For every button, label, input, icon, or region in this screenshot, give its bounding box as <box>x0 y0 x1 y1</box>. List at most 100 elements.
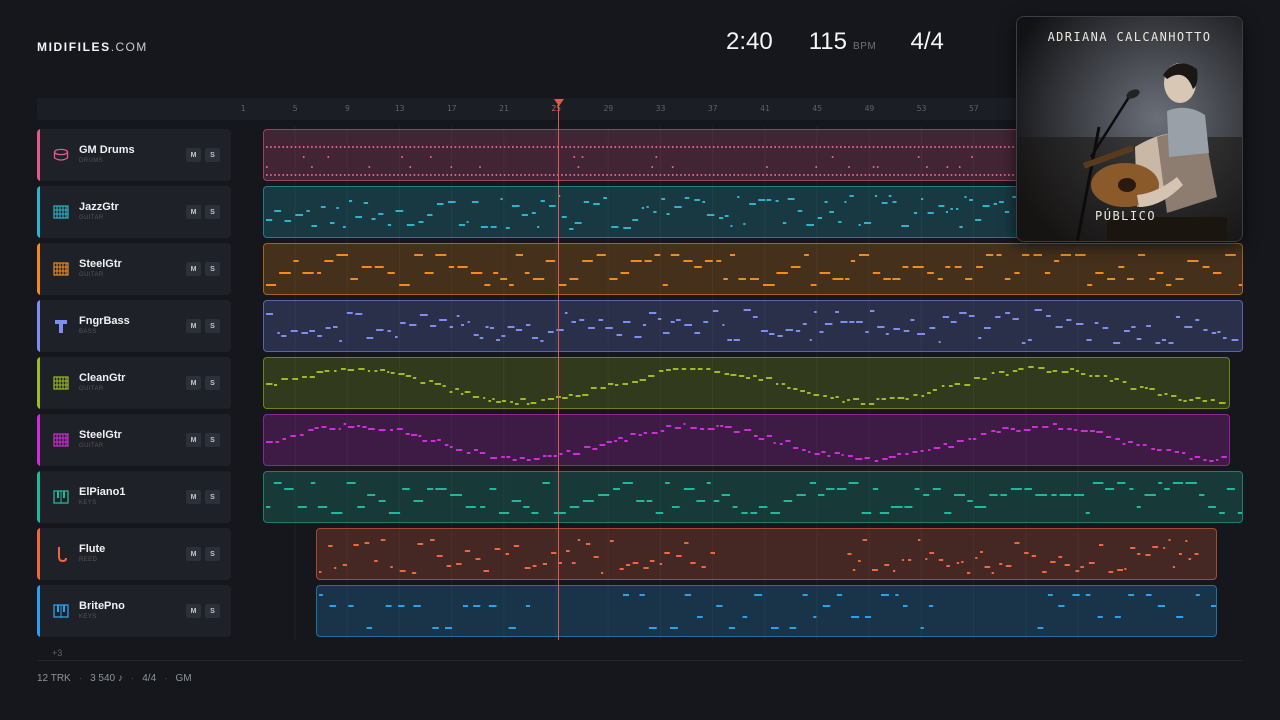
midi-note <box>528 146 530 148</box>
solo-button[interactable]: S <box>205 262 220 276</box>
midi-note <box>1080 566 1084 568</box>
midi-note <box>524 567 531 569</box>
midi-clip[interactable] <box>263 357 1230 409</box>
midi-note <box>847 455 853 457</box>
solo-button[interactable]: S <box>205 604 220 618</box>
midi-note <box>733 174 735 176</box>
midi-clip[interactable] <box>263 243 1243 295</box>
solo-button[interactable]: S <box>205 433 220 447</box>
midi-note <box>471 272 483 274</box>
mute-button[interactable]: M <box>186 205 201 219</box>
solo-button[interactable]: S <box>205 319 220 333</box>
solo-button[interactable]: S <box>205 205 220 219</box>
midi-note <box>922 146 924 148</box>
midi-note <box>409 174 412 176</box>
midi-note <box>730 374 737 376</box>
midi-note <box>844 146 846 148</box>
track-header[interactable]: GM Drums DRUMS M S <box>37 129 231 181</box>
midi-note <box>905 146 908 148</box>
midi-note <box>660 430 665 432</box>
midi-note <box>1044 272 1051 274</box>
mute-button[interactable]: M <box>186 148 201 162</box>
midi-note <box>1072 594 1080 596</box>
track-header[interactable]: JazzGtr GUITAR M S <box>37 186 231 238</box>
midi-note <box>526 403 530 405</box>
mute-button[interactable]: M <box>186 319 201 333</box>
track-header[interactable]: Flute REED M S <box>37 528 231 580</box>
midi-note <box>270 174 272 176</box>
midi-note <box>589 174 592 176</box>
mute-button[interactable]: M <box>186 262 201 276</box>
midi-note <box>577 174 580 176</box>
midi-note <box>505 553 509 555</box>
midi-note <box>716 260 722 262</box>
midi-note <box>684 146 686 148</box>
mute-button[interactable]: M <box>186 376 201 390</box>
solo-button[interactable]: S <box>205 547 220 561</box>
midi-note <box>390 372 395 374</box>
midi-note <box>401 156 403 158</box>
midi-note <box>928 605 934 607</box>
mute-button[interactable]: M <box>186 433 201 447</box>
midi-note <box>573 174 576 176</box>
mute-button[interactable]: M <box>186 547 201 561</box>
midi-note <box>479 166 481 168</box>
solo-button[interactable]: S <box>205 376 220 390</box>
midi-note <box>405 174 407 176</box>
midi-note <box>523 506 530 508</box>
track-header[interactable]: FngrBass BASS M S <box>37 300 231 352</box>
midi-note <box>1174 451 1179 453</box>
midi-note <box>1052 370 1058 372</box>
midi-note <box>831 146 834 148</box>
brand-logo[interactable]: MIDIFILES .COM <box>37 40 148 54</box>
playhead[interactable] <box>558 100 559 640</box>
midi-note <box>565 174 567 176</box>
midi-clip[interactable] <box>263 300 1243 352</box>
midi-note <box>754 594 763 596</box>
track-header[interactable]: BritePno KEYS M S <box>37 585 231 637</box>
midi-clip[interactable] <box>263 414 1230 466</box>
more-tracks-indicator[interactable]: +3 <box>52 648 62 658</box>
midi-note <box>442 146 444 148</box>
guitar-icon <box>52 431 70 449</box>
midi-note <box>683 488 695 490</box>
solo-button[interactable]: S <box>205 148 220 162</box>
solo-button[interactable]: S <box>205 490 220 504</box>
midi-note <box>599 444 606 446</box>
midi-clip[interactable] <box>316 528 1217 580</box>
midi-note <box>840 146 842 148</box>
midi-note <box>434 174 436 176</box>
midi-note <box>796 494 806 496</box>
midi-note <box>753 174 756 176</box>
midi-note <box>503 174 506 176</box>
mute-button[interactable]: M <box>186 490 201 504</box>
midi-note <box>641 207 644 209</box>
midi-clip[interactable] <box>316 585 1217 637</box>
track-header[interactable]: ElPiano1 KEYS M S <box>37 471 231 523</box>
midi-note <box>721 146 723 148</box>
midi-note <box>783 500 793 502</box>
midi-note <box>967 146 969 148</box>
midi-note <box>980 433 987 435</box>
midi-note <box>1005 312 1011 314</box>
midi-note <box>749 146 752 148</box>
track-header[interactable]: CleanGtr GUITAR M S <box>37 357 231 409</box>
track-header[interactable]: SteelGtr GUITAR M S <box>37 414 231 466</box>
midi-note <box>1095 272 1104 274</box>
midi-clip[interactable] <box>263 471 1243 523</box>
midi-note <box>374 560 378 562</box>
midi-note <box>897 146 899 148</box>
midi-note <box>1060 254 1071 256</box>
midi-note <box>355 216 362 218</box>
midi-note <box>266 174 268 176</box>
midi-note <box>750 278 759 280</box>
mute-button[interactable]: M <box>186 604 201 618</box>
midi-note <box>372 174 375 176</box>
midi-note <box>815 174 817 176</box>
playhead-handle[interactable] <box>554 99 564 106</box>
clip-notes <box>266 309 1239 344</box>
midi-note <box>639 594 645 596</box>
track-header[interactable]: SteelGtr GUITAR M S <box>37 243 231 295</box>
midi-note <box>790 146 793 148</box>
midi-note <box>573 156 576 158</box>
